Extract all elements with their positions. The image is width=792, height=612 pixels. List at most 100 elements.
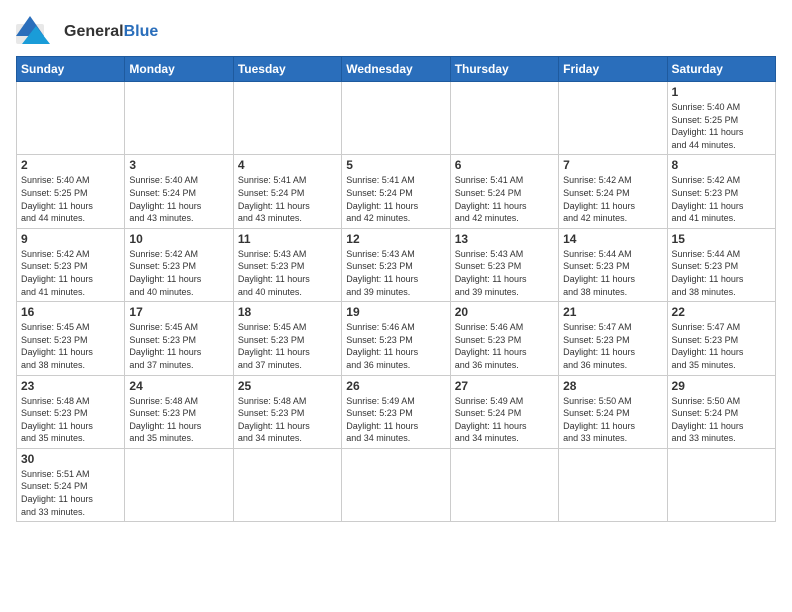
logo: GeneralBlue	[16, 16, 158, 48]
day-info: Sunrise: 5:46 AM Sunset: 5:23 PM Dayligh…	[346, 321, 445, 371]
calendar-header-row: Sunday Monday Tuesday Wednesday Thursday…	[17, 57, 776, 82]
calendar-day-cell	[233, 82, 341, 155]
day-info: Sunrise: 5:40 AM Sunset: 5:25 PM Dayligh…	[21, 174, 120, 224]
calendar-day-cell: 13Sunrise: 5:43 AM Sunset: 5:23 PM Dayli…	[450, 228, 558, 301]
day-info: Sunrise: 5:51 AM Sunset: 5:24 PM Dayligh…	[21, 468, 120, 518]
calendar-day-cell	[559, 448, 667, 521]
day-number: 18	[238, 305, 337, 319]
calendar-day-cell	[342, 448, 450, 521]
calendar-day-cell: 25 Sunrise: 5:48 AM Sunset: 5:23 PM Dayli…	[233, 375, 341, 448]
calendar-day-cell: 16 Sunrise: 5:45 AM Sunset: 5:23 PM Dayli…	[17, 302, 125, 375]
day-info: Sunrise: 5:48 AM Sunset: 5:23 PM Dayligh…	[238, 395, 337, 445]
day-number: 28	[563, 379, 662, 393]
day-info: Sunrise: 5:42 AM Sunset: 5:23 PM Dayligh…	[129, 248, 228, 298]
day-info: Sunrise: 5:41 AM Sunset: 5:24 PM Dayligh…	[455, 174, 554, 224]
calendar-day-cell: 21 Sunrise: 5:47 AM Sunset: 5:23 PM Dayli…	[559, 302, 667, 375]
day-info: Sunrise: 5:45 AM Sunset: 5:23 PM Dayligh…	[238, 321, 337, 371]
header-monday: Monday	[125, 57, 233, 82]
calendar-day-cell: 15 Sunrise: 5:44 AM Sunset: 5:23 PM Dayli…	[667, 228, 775, 301]
calendar-week-row: 30 Sunrise: 5:51 AM Sunset: 5:24 PM Dayli…	[17, 448, 776, 521]
calendar-day-cell: 5 Sunrise: 5:41 AM Sunset: 5:24 PM Daylig…	[342, 155, 450, 228]
calendar-day-cell	[125, 448, 233, 521]
day-info: Sunrise: 5:43 AM Sunset: 5:23 PM Dayligh…	[346, 248, 445, 298]
day-number: 15	[672, 232, 771, 246]
day-number: 8	[672, 158, 771, 172]
day-number: 25	[238, 379, 337, 393]
day-number: 14	[563, 232, 662, 246]
header-tuesday: Tuesday	[233, 57, 341, 82]
header-thursday: Thursday	[450, 57, 558, 82]
day-info: Sunrise: 5:44 AM Sunset: 5:23 PM Dayligh…	[563, 248, 662, 298]
day-info: Sunrise: 5:43 AM Sunset: 5:23 PM Dayligh…	[238, 248, 337, 298]
calendar-table: Sunday Monday Tuesday Wednesday Thursday…	[16, 56, 776, 522]
header-saturday: Saturday	[667, 57, 775, 82]
calendar-day-cell	[125, 82, 233, 155]
header: GeneralBlue	[16, 16, 776, 48]
calendar-day-cell: 12 Sunrise: 5:43 AM Sunset: 5:23 PM Dayli…	[342, 228, 450, 301]
day-number: 9	[21, 232, 120, 246]
calendar-day-cell: 23Sunrise: 5:48 AM Sunset: 5:23 PM Dayli…	[17, 375, 125, 448]
calendar-day-cell: 9 Sunrise: 5:42 AM Sunset: 5:23 PM Daylig…	[17, 228, 125, 301]
calendar-day-cell	[233, 448, 341, 521]
calendar-day-cell: 11 Sunrise: 5:43 AM Sunset: 5:23 PM Dayli…	[233, 228, 341, 301]
day-info: Sunrise: 5:45 AM Sunset: 5:23 PM Dayligh…	[129, 321, 228, 371]
day-number: 26	[346, 379, 445, 393]
day-info: Sunrise: 5:49 AM Sunset: 5:24 PM Dayligh…	[455, 395, 554, 445]
day-number: 3	[129, 158, 228, 172]
day-number: 12	[346, 232, 445, 246]
day-info: Sunrise: 5:47 AM Sunset: 5:23 PM Dayligh…	[563, 321, 662, 371]
calendar-day-cell	[17, 82, 125, 155]
day-number: 30	[21, 452, 120, 466]
day-info: Sunrise: 5:41 AM Sunset: 5:24 PM Dayligh…	[346, 174, 445, 224]
day-number: 20	[455, 305, 554, 319]
calendar-day-cell: 10Sunrise: 5:42 AM Sunset: 5:23 PM Dayli…	[125, 228, 233, 301]
day-info: Sunrise: 5:42 AM Sunset: 5:23 PM Dayligh…	[21, 248, 120, 298]
day-info: Sunrise: 5:42 AM Sunset: 5:23 PM Dayligh…	[672, 174, 771, 224]
calendar-week-row: 9 Sunrise: 5:42 AM Sunset: 5:23 PM Daylig…	[17, 228, 776, 301]
day-info: Sunrise: 5:44 AM Sunset: 5:23 PM Dayligh…	[672, 248, 771, 298]
calendar-day-cell: 14 Sunrise: 5:44 AM Sunset: 5:23 PM Dayli…	[559, 228, 667, 301]
logo-area: GeneralBlue	[16, 16, 158, 48]
calendar-day-cell	[342, 82, 450, 155]
calendar-day-cell	[450, 82, 558, 155]
day-info: Sunrise: 5:41 AM Sunset: 5:24 PM Dayligh…	[238, 174, 337, 224]
day-number: 19	[346, 305, 445, 319]
day-info: Sunrise: 5:46 AM Sunset: 5:23 PM Dayligh…	[455, 321, 554, 371]
day-number: 7	[563, 158, 662, 172]
calendar-day-cell: 27Sunrise: 5:49 AM Sunset: 5:24 PM Dayli…	[450, 375, 558, 448]
day-number: 4	[238, 158, 337, 172]
day-info: Sunrise: 5:50 AM Sunset: 5:24 PM Dayligh…	[563, 395, 662, 445]
calendar-day-cell: 24Sunrise: 5:48 AM Sunset: 5:23 PM Dayli…	[125, 375, 233, 448]
day-info: Sunrise: 5:40 AM Sunset: 5:24 PM Dayligh…	[129, 174, 228, 224]
calendar-day-cell	[559, 82, 667, 155]
day-number: 6	[455, 158, 554, 172]
calendar-week-row: 1Sunrise: 5:40 AM Sunset: 5:25 PM Daylig…	[17, 82, 776, 155]
calendar-day-cell	[667, 448, 775, 521]
calendar-day-cell: 30 Sunrise: 5:51 AM Sunset: 5:24 PM Dayli…	[17, 448, 125, 521]
day-info: Sunrise: 5:47 AM Sunset: 5:23 PM Dayligh…	[672, 321, 771, 371]
calendar-day-cell: 3 Sunrise: 5:40 AM Sunset: 5:24 PM Daylig…	[125, 155, 233, 228]
day-number: 5	[346, 158, 445, 172]
calendar-week-row: 23Sunrise: 5:48 AM Sunset: 5:23 PM Dayli…	[17, 375, 776, 448]
logo-text: GeneralBlue	[64, 23, 158, 41]
day-info: Sunrise: 5:42 AM Sunset: 5:24 PM Dayligh…	[563, 174, 662, 224]
header-sunday: Sunday	[17, 57, 125, 82]
calendar-day-cell: 8 Sunrise: 5:42 AM Sunset: 5:23 PM Daylig…	[667, 155, 775, 228]
page-container: GeneralBlue Sunday Monday Tuesday Wednes…	[16, 16, 776, 522]
day-info: Sunrise: 5:45 AM Sunset: 5:23 PM Dayligh…	[21, 321, 120, 371]
day-number: 11	[238, 232, 337, 246]
calendar-day-cell: 26Sunrise: 5:49 AM Sunset: 5:23 PM Dayli…	[342, 375, 450, 448]
day-number: 17	[129, 305, 228, 319]
calendar-day-cell	[450, 448, 558, 521]
day-number: 22	[672, 305, 771, 319]
day-number: 2	[21, 158, 120, 172]
calendar-day-cell: 2 Sunrise: 5:40 AM Sunset: 5:25 PM Daylig…	[17, 155, 125, 228]
calendar-week-row: 16 Sunrise: 5:45 AM Sunset: 5:23 PM Dayli…	[17, 302, 776, 375]
day-number: 21	[563, 305, 662, 319]
calendar-day-cell: 18 Sunrise: 5:45 AM Sunset: 5:23 PM Dayli…	[233, 302, 341, 375]
day-number: 16	[21, 305, 120, 319]
day-number: 1	[672, 85, 771, 99]
calendar-day-cell: 29Sunrise: 5:50 AM Sunset: 5:24 PM Dayli…	[667, 375, 775, 448]
calendar-day-cell: 6 Sunrise: 5:41 AM Sunset: 5:24 PM Daylig…	[450, 155, 558, 228]
day-number: 24	[129, 379, 228, 393]
